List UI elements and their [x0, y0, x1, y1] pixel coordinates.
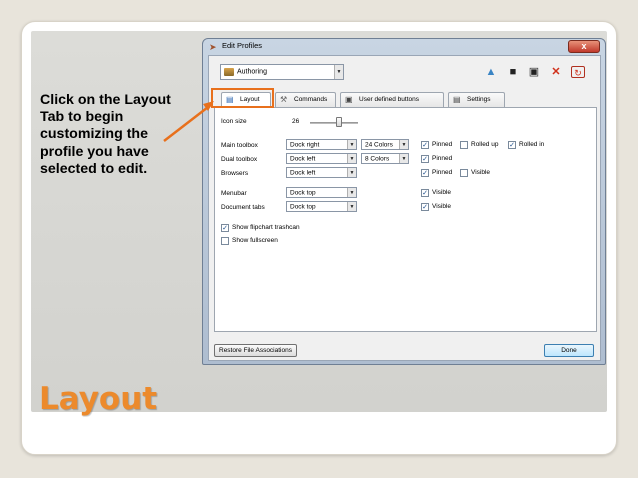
- icon-size-label: Icon size: [221, 118, 247, 125]
- refresh-icon[interactable]: ↻: [571, 66, 585, 78]
- app-icon: ➤: [209, 42, 217, 52]
- layout-tab-highlight-box: [211, 88, 274, 108]
- browsers-pinned-checkbox[interactable]: ✓: [421, 169, 429, 177]
- checkbox-label: Rolled in: [519, 141, 545, 148]
- done-button[interactable]: Done: [544, 344, 594, 357]
- main-toolbox-colors-select[interactable]: 24 Colors ▼: [361, 139, 409, 150]
- caption-line: selected to edit.: [40, 160, 148, 177]
- main-toolbox-rolled-up-checkbox[interactable]: [460, 141, 468, 149]
- chevron-down-icon[interactable]: ▼: [347, 188, 356, 197]
- chevron-down-icon[interactable]: ▼: [399, 154, 408, 163]
- restore-file-associations-button[interactable]: Restore File Associations: [214, 344, 297, 357]
- chevron-down-icon[interactable]: ▼: [334, 65, 343, 79]
- tools-icon: ⚒: [280, 95, 288, 104]
- tab-label: Commands: [294, 96, 328, 103]
- main-toolbox-rolled-in-checkbox[interactable]: ✓: [508, 141, 516, 149]
- save-icon[interactable]: ■: [506, 66, 520, 78]
- show-fullscreen-checkbox[interactable]: [221, 237, 229, 245]
- document-tabs-visible-checkbox[interactable]: ✓: [421, 203, 429, 211]
- show-flipchart-trashcan-checkbox[interactable]: ✓: [221, 224, 229, 232]
- tab-label: User defined buttons: [359, 96, 419, 103]
- profile-select[interactable]: Authoring ▼: [220, 64, 344, 80]
- slide-title: Layout: [39, 381, 158, 417]
- icon-size-value: 26: [292, 118, 300, 125]
- tab-settings[interactable]: ▤ Settings: [448, 92, 505, 107]
- dual-toolbox-colors-select[interactable]: 8 Colors ▼: [361, 153, 409, 164]
- checkbox-label: Show flipchart trashcan: [232, 224, 300, 231]
- chevron-down-icon[interactable]: ▼: [347, 140, 356, 149]
- caption-line: customizing the: [40, 126, 148, 143]
- window-title: Edit Profiles: [222, 41, 263, 50]
- tab-commands[interactable]: ⚒ Commands: [275, 92, 336, 107]
- main-toolbox-pinned-checkbox[interactable]: ✓: [421, 141, 429, 149]
- chevron-down-icon[interactable]: ▼: [347, 154, 356, 163]
- profile-select-value: Authoring: [237, 68, 267, 76]
- browsers-label: Browsers: [221, 170, 249, 177]
- checkbox-label: Visible: [432, 203, 452, 210]
- chevron-down-icon[interactable]: ▼: [347, 168, 356, 177]
- checkbox-label: Visible: [471, 169, 491, 176]
- main-toolbox-colors-value: 24 Colors: [365, 141, 393, 148]
- checkbox-label: Pinned: [432, 169, 453, 176]
- close-button[interactable]: x: [568, 40, 600, 53]
- tab-label: Settings: [467, 96, 491, 103]
- checkbox-label: Pinned: [432, 141, 453, 148]
- new-profile-icon[interactable]: ▲: [484, 66, 498, 78]
- window-titlebar[interactable]: ➤ Edit Profiles x: [203, 39, 605, 55]
- dual-toolbox-pinned-checkbox[interactable]: ✓: [421, 155, 429, 163]
- menubar-visible-checkbox[interactable]: ✓: [421, 189, 429, 197]
- dual-toolbox-colors-value: 8 Colors: [365, 155, 390, 162]
- caption-line: Click on the Layout: [40, 92, 171, 108]
- icon-size-slider-track[interactable]: [310, 122, 358, 124]
- document-tabs-label: Document tabs: [221, 204, 265, 211]
- main-toolbox-dock-value: Dock right: [290, 141, 320, 148]
- menubar-dock-value: Dock top: [290, 189, 316, 196]
- document-tabs-dock-select[interactable]: Dock top ▼: [286, 201, 357, 212]
- checkbox-label: Visible: [432, 189, 452, 196]
- tab-user-defined-buttons[interactable]: ▣ User defined buttons: [340, 92, 444, 107]
- layout-panel: Icon size 26 Main toolbox Dock right ▼ 2…: [214, 107, 597, 332]
- chevron-down-icon[interactable]: ▼: [347, 202, 356, 211]
- dual-toolbox-dock-value: Dock left: [290, 155, 316, 162]
- settings-icon: ▤: [453, 95, 461, 104]
- menubar-label: Menubar: [221, 190, 247, 197]
- browsers-dock-select[interactable]: Dock left ▼: [286, 167, 357, 178]
- document-tabs-dock-value: Dock top: [290, 203, 316, 210]
- checkbox-label: Show fullscreen: [232, 237, 278, 244]
- main-toolbox-label: Main toolbox: [221, 142, 258, 149]
- profile-icon: [224, 68, 234, 76]
- instruction-caption: Click on the Layout Tab to begin customi…: [40, 92, 205, 178]
- menubar-dock-select[interactable]: Dock top ▼: [286, 187, 357, 198]
- caption-line: profile you have: [40, 143, 149, 160]
- save-as-icon[interactable]: ▣: [527, 66, 541, 78]
- delete-icon[interactable]: ✕: [549, 66, 563, 78]
- chevron-down-icon[interactable]: ▼: [399, 140, 408, 149]
- dual-toolbox-dock-select[interactable]: Dock left ▼: [286, 153, 357, 164]
- main-toolbox-dock-select[interactable]: Dock right ▼: [286, 139, 357, 150]
- icon-size-slider-thumb[interactable]: [336, 117, 342, 127]
- checkbox-label: Rolled up: [471, 141, 499, 148]
- checkbox-label: Pinned: [432, 155, 453, 162]
- dual-toolbox-label: Dual toolbox: [221, 156, 258, 163]
- browsers-visible-checkbox[interactable]: [460, 169, 468, 177]
- caption-line: Tab to begin: [40, 109, 124, 126]
- user-button-icon: ▣: [345, 95, 353, 104]
- browsers-dock-value: Dock left: [290, 169, 316, 176]
